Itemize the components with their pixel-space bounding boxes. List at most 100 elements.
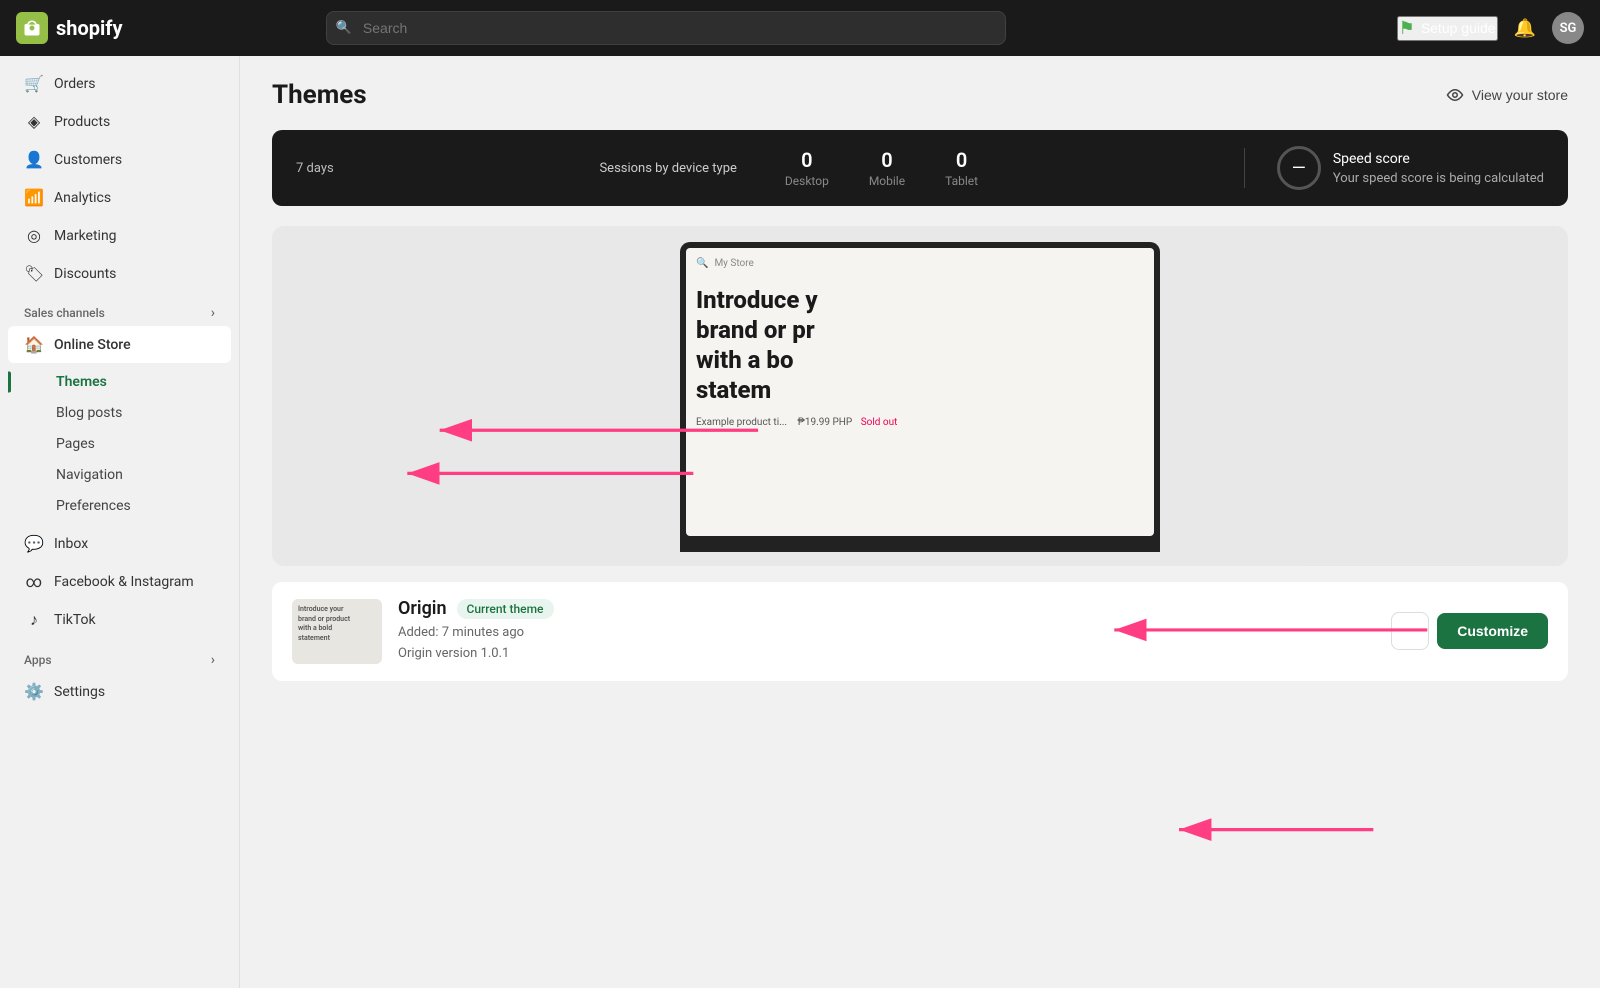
sidebar-sub-item-pages[interactable]: Pages bbox=[8, 429, 231, 459]
sidebar-online-store-label: Online Store bbox=[54, 337, 131, 353]
orders-icon: 🛒 bbox=[24, 74, 44, 93]
eye-icon bbox=[1446, 86, 1464, 104]
sidebar-sub-item-navigation[interactable]: Navigation bbox=[8, 460, 231, 490]
sidebar-item-facebook-instagram[interactable]: ∞ Facebook & Instagram bbox=[8, 563, 231, 600]
sidebar-discounts-label: Discounts bbox=[54, 266, 116, 282]
tiktok-icon: ♪ bbox=[24, 610, 44, 630]
hero-text: Introduce ybrand or prwith a bostatem bbox=[696, 285, 1144, 405]
sidebar-item-orders[interactable]: 🛒 Orders bbox=[8, 65, 231, 102]
search-icon-small: 🔍 bbox=[696, 258, 708, 269]
search-bar[interactable] bbox=[326, 11, 1006, 45]
theme-version: Origin version 1.0.1 bbox=[398, 644, 1375, 665]
sidebar-tiktok-label: TikTok bbox=[54, 612, 96, 628]
avatar-initials: SG bbox=[1560, 21, 1577, 36]
facebook-instagram-icon: ∞ bbox=[24, 572, 44, 591]
tablet-stat: 0 Tablet bbox=[945, 148, 978, 188]
theme-details: Origin Current theme Added: 7 minutes ag… bbox=[398, 598, 1375, 665]
stats-bar: 7 days Sessions by device type 0 Desktop… bbox=[272, 130, 1568, 206]
apps-section: Apps › bbox=[0, 640, 239, 672]
customers-icon: 👤 bbox=[24, 150, 44, 169]
desktop-val: 0 bbox=[785, 148, 829, 172]
sidebar-sub-item-preferences[interactable]: Preferences bbox=[8, 491, 231, 521]
sidebar-products-label: Products bbox=[54, 114, 110, 130]
sessions-group: Sessions by device type 0 Desktop 0 Mobi… bbox=[366, 148, 1212, 188]
store-header: 🔍 My Store bbox=[696, 258, 1144, 269]
pages-label: Pages bbox=[56, 436, 95, 452]
sidebar-sub-item-themes[interactable]: Themes bbox=[8, 367, 231, 397]
sidebar-settings-label: Settings bbox=[54, 684, 105, 700]
sales-channels-label: Sales channels bbox=[24, 306, 105, 320]
discounts-icon: 🏷 bbox=[24, 264, 44, 283]
setup-guide-label: Setup guide bbox=[1421, 20, 1496, 36]
product-price-preview: ₱19.99 PHP bbox=[798, 417, 853, 428]
sidebar-analytics-label: Analytics bbox=[54, 190, 111, 206]
thumb-text: Introduce yourbrand or productwith a bol… bbox=[298, 605, 376, 644]
sidebar-item-inbox[interactable]: 💬 Inbox bbox=[8, 525, 231, 562]
sidebar-facebook-instagram-label: Facebook & Instagram bbox=[54, 574, 194, 590]
laptop-screen: 🔍 My Store Introduce ybrand or prwith a … bbox=[686, 248, 1154, 536]
more-options-button[interactable]: ··· bbox=[1391, 612, 1429, 650]
theme-thumbnail: Introduce yourbrand or productwith a bol… bbox=[292, 599, 382, 664]
apps-label: Apps bbox=[24, 653, 52, 667]
bell-icon[interactable]: 🔔 bbox=[1514, 18, 1536, 39]
page-title: Themes bbox=[272, 80, 367, 110]
sidebar-sub-item-blog-posts[interactable]: Blog posts bbox=[8, 398, 231, 428]
mobile-val: 0 bbox=[869, 148, 905, 172]
store-name-label: My Store bbox=[714, 258, 753, 269]
search-input[interactable] bbox=[326, 11, 1006, 45]
bag-svg bbox=[22, 18, 42, 38]
speed-divider bbox=[1244, 148, 1245, 188]
theme-name-row: Origin Current theme bbox=[398, 598, 1375, 619]
product-title-label: Example product ti... bbox=[696, 417, 787, 428]
desktop-stat: 0 Desktop bbox=[785, 148, 829, 188]
current-theme-badge: Current theme bbox=[457, 599, 554, 619]
stats-period: 7 days bbox=[296, 161, 334, 176]
sidebar-customers-label: Customers bbox=[54, 152, 122, 168]
navigation-label: Navigation bbox=[56, 467, 123, 483]
sidebar-item-analytics[interactable]: 📶 Analytics bbox=[8, 179, 231, 216]
themes-label: Themes bbox=[56, 374, 107, 390]
speed-desc: Your speed score is being calculated bbox=[1333, 171, 1544, 186]
theme-actions: ··· Customize bbox=[1391, 612, 1548, 650]
theme-info-bar: Introduce yourbrand or productwith a bol… bbox=[272, 582, 1568, 681]
search-wrap bbox=[326, 11, 1006, 45]
sidebar-item-customers[interactable]: 👤 Customers bbox=[8, 141, 231, 178]
sold-out-label: Sold out bbox=[861, 417, 898, 428]
sidebar-item-online-store[interactable]: 🏠 Online Store bbox=[8, 326, 231, 363]
setup-guide-button[interactable]: ⚑ Setup guide bbox=[1397, 16, 1498, 41]
view-store-label: View your store bbox=[1472, 87, 1568, 103]
sales-channels-section: Sales channels › bbox=[0, 293, 239, 325]
apps-arrow[interactable]: › bbox=[211, 652, 215, 668]
sidebar-sub-menu: Themes Blog posts Pages Navigation Prefe… bbox=[0, 364, 239, 524]
sales-channels-arrow[interactable]: › bbox=[211, 305, 215, 321]
sidebar-item-discounts[interactable]: 🏷 Discounts bbox=[8, 255, 231, 292]
avatar[interactable]: SG bbox=[1552, 12, 1584, 44]
sidebar-inbox-label: Inbox bbox=[54, 536, 88, 552]
mobile-stat: 0 Mobile bbox=[869, 148, 905, 188]
desktop-label: Desktop bbox=[785, 174, 829, 188]
sidebar: 🛒 Orders ◈ Products 👤 Customers 📶 Analyt… bbox=[0, 56, 240, 988]
mobile-label: Mobile bbox=[869, 174, 905, 188]
settings-icon: ⚙️ bbox=[24, 682, 44, 701]
tablet-val: 0 bbox=[945, 148, 978, 172]
inbox-icon: 💬 bbox=[24, 534, 44, 553]
marketing-icon: ◎ bbox=[24, 226, 44, 245]
sidebar-item-tiktok[interactable]: ♪ TikTok bbox=[8, 601, 231, 639]
speed-info: Speed score Your speed score is being ca… bbox=[1333, 151, 1544, 186]
green-bar bbox=[8, 372, 11, 393]
speed-title: Speed score bbox=[1333, 151, 1544, 167]
sessions-label: Sessions by device type bbox=[599, 161, 736, 176]
flag-icon: ⚑ bbox=[1399, 18, 1415, 39]
view-store-button[interactable]: View your store bbox=[1446, 86, 1568, 104]
customize-label: Customize bbox=[1457, 623, 1528, 639]
sidebar-item-products[interactable]: ◈ Products bbox=[8, 103, 231, 140]
speed-section: — Speed score Your speed score is being … bbox=[1277, 146, 1544, 190]
topbar-right: ⚑ Setup guide 🔔 SG bbox=[1397, 12, 1584, 44]
theme-preview-section: 🔍 My Store Introduce ybrand or prwith a … bbox=[272, 226, 1568, 566]
theme-preview-inner: 🔍 My Store Introduce ybrand or prwith a … bbox=[272, 226, 1568, 566]
shopify-logo[interactable]: shopify bbox=[16, 12, 123, 44]
customize-button[interactable]: Customize bbox=[1437, 613, 1548, 649]
logo-bag-icon bbox=[16, 12, 48, 44]
sidebar-item-marketing[interactable]: ◎ Marketing bbox=[8, 217, 231, 254]
sidebar-item-settings[interactable]: ⚙️ Settings bbox=[8, 673, 231, 710]
